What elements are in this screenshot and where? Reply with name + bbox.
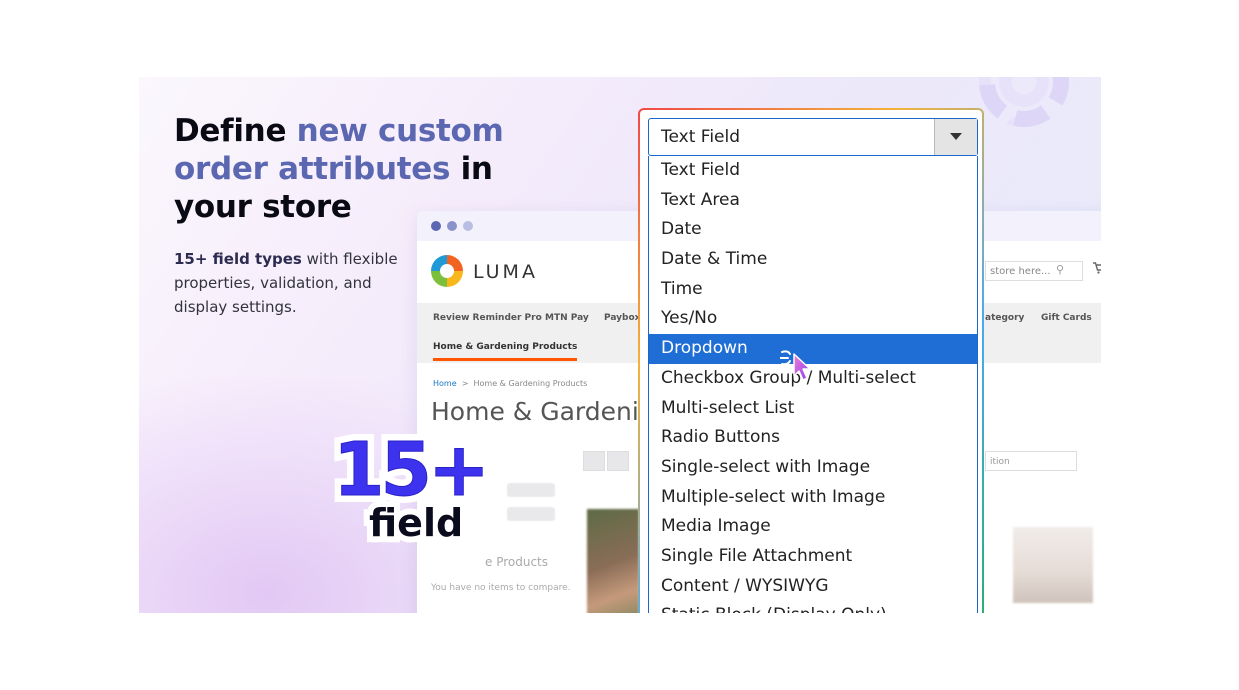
sort-select[interactable]: ition (985, 451, 1077, 471)
select-option[interactable]: Single-select with Image (649, 453, 977, 483)
select-option[interactable]: Static Block (Display Only) (649, 601, 977, 613)
product-image[interactable] (587, 509, 639, 613)
select-option[interactable]: Multiple-select with Image (649, 483, 977, 513)
select-value: Text Field (661, 127, 741, 147)
select-option[interactable]: Multi-select List (649, 394, 977, 424)
field-type-select[interactable]: Text Field (648, 118, 978, 156)
store-logo-text[interactable]: LUMA (473, 261, 538, 283)
search-icon[interactable]: ⚲ (1056, 263, 1064, 276)
select-option[interactable]: Date (649, 215, 977, 245)
pointer-hand-icon (780, 350, 811, 381)
breadcrumb-separator: > (461, 379, 469, 388)
breadcrumb: Home > Home & Gardening Products (433, 379, 587, 388)
field-count-badge: 15+ 15+ field field (326, 426, 523, 563)
search-input[interactable]: store here... (985, 261, 1083, 281)
window-dot-icon (447, 221, 457, 231)
select-option[interactable]: Date & Time (649, 245, 977, 275)
subheadline-bold: 15+ field types (174, 250, 302, 268)
grid-view-icon[interactable] (583, 451, 605, 471)
product-image[interactable] (1013, 527, 1093, 603)
nav-item[interactable]: Review Reminder Pro (433, 313, 542, 323)
gear-icon (979, 77, 1069, 127)
hero-banner: Define new custom order attributes in yo… (139, 77, 1101, 613)
nav-item[interactable]: Paybox (604, 313, 640, 323)
select-option[interactable]: Content / WYSIWYG (649, 572, 977, 602)
compare-note: You have no items to compare. (431, 583, 571, 593)
select-option[interactable]: Yes/No (649, 304, 977, 334)
select-option[interactable]: Text Area (649, 186, 977, 216)
select-option[interactable]: Text Field (649, 156, 977, 186)
chevron-down-icon (950, 133, 962, 140)
breadcrumb-current: Home & Gardening Products (473, 379, 588, 388)
nav-item[interactable]: MTN Pay (545, 313, 589, 323)
nav-item[interactable]: ategory (985, 313, 1024, 323)
luma-logo-icon[interactable] (431, 255, 463, 287)
select-option[interactable]: Media Image (649, 512, 977, 542)
nav-item-active[interactable]: Home & Gardening Products (433, 342, 578, 361)
subheadline: 15+ field types with flexible properties… (174, 247, 414, 319)
window-dot-icon (431, 221, 441, 231)
window-dot-icon (463, 221, 473, 231)
page-title: Define new custom order attributes in yo… (174, 112, 534, 226)
headline-text: Define (174, 113, 297, 149)
list-view-icon[interactable] (607, 451, 629, 471)
cart-icon[interactable] (1093, 262, 1101, 274)
category-title: Home & Gardening (431, 397, 671, 426)
select-toggle-button[interactable] (934, 119, 977, 155)
breadcrumb-home[interactable]: Home (433, 379, 457, 388)
select-option[interactable]: Time (649, 275, 977, 305)
nav-item[interactable]: Gift Cards (1041, 313, 1092, 323)
select-option[interactable]: Single File Attachment (649, 542, 977, 572)
select-option[interactable]: Radio Buttons (649, 423, 977, 453)
badge-number: 15+ (333, 427, 491, 513)
badge-word: field (369, 501, 464, 545)
